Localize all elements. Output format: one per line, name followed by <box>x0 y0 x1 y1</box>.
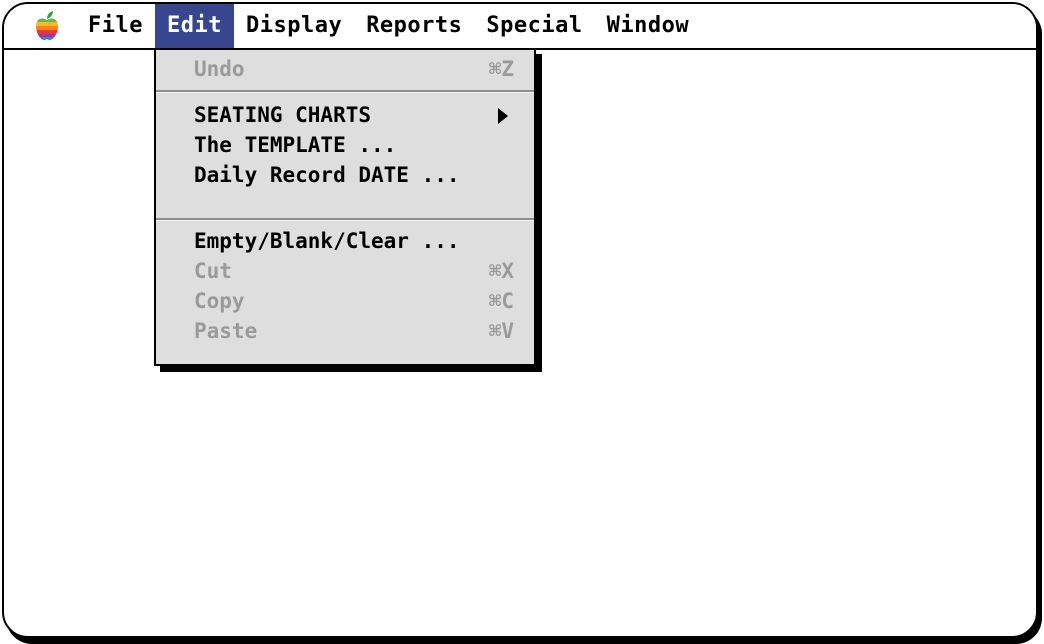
menu-item-label: Paste <box>194 319 258 343</box>
shortcut-label: ⌘X <box>488 259 514 283</box>
menu-display[interactable]: Display <box>234 4 354 48</box>
apple-rainbow-icon <box>36 11 58 40</box>
menu-item-label: Daily Record DATE ... <box>194 163 460 187</box>
menu-item-template[interactable]: The TEMPLATE ... <box>156 130 534 160</box>
apple-menu[interactable] <box>32 8 62 44</box>
menu-reports[interactable]: Reports <box>354 4 474 48</box>
menu-item-undo[interactable]: Undo ⌘Z <box>156 54 534 84</box>
menu-item-label: Copy <box>194 289 245 313</box>
edit-menu-dropdown: Undo ⌘Z SEATING CHARTS The TEMPLATE ... … <box>154 48 536 366</box>
menu-bar: File Edit Display Reports Special Window <box>4 4 1036 50</box>
menu-window[interactable]: Window <box>595 4 701 48</box>
menu-separator <box>156 218 534 221</box>
menu-item-label: Empty/Blank/Clear ... <box>194 229 460 253</box>
menu-item-cut[interactable]: Cut ⌘X <box>156 256 534 286</box>
menu-item-seating-charts[interactable]: SEATING CHARTS <box>156 100 534 130</box>
menu-item-daily-record-date[interactable]: Daily Record DATE ... <box>156 160 534 190</box>
menu-file[interactable]: File <box>76 4 155 48</box>
menu-item-label: Undo <box>194 57 245 81</box>
menu-item-empty-blank-clear[interactable]: Empty/Blank/Clear ... <box>156 226 534 256</box>
menu-item-label: Cut <box>194 259 232 283</box>
menu-edit[interactable]: Edit <box>154 4 234 48</box>
menu-item-copy[interactable]: Copy ⌘C <box>156 286 534 316</box>
submenu-arrow-icon <box>498 108 508 124</box>
shortcut-label: ⌘Z <box>488 57 514 81</box>
menu-item-label: SEATING CHARTS <box>194 103 372 127</box>
menu-separator <box>156 90 534 93</box>
menu-special[interactable]: Special <box>474 4 594 48</box>
menu-item-paste[interactable]: Paste ⌘V <box>156 316 534 346</box>
menu-item-label: The TEMPLATE ... <box>194 133 397 157</box>
shortcut-label: ⌘V <box>488 319 514 343</box>
shortcut-label: ⌘C <box>488 289 514 313</box>
